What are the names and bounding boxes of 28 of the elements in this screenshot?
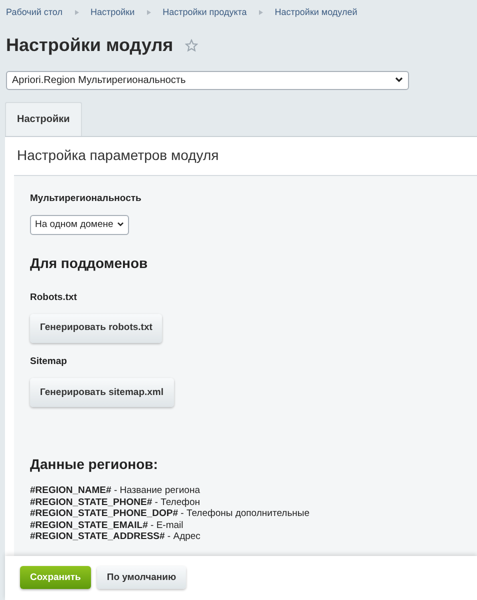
breadcrumb-link[interactable]: Настройки (90, 6, 135, 20)
breadcrumb-link[interactable]: Рабочий стол (6, 6, 62, 20)
generate-sitemap-button[interactable]: Генерировать sitemap.xml (30, 378, 174, 408)
page-title: Настройки модуля (6, 34, 174, 57)
chevron-icon (258, 10, 263, 16)
chevron-down-icon (395, 77, 403, 83)
chevron-icon (146, 10, 151, 16)
placeholder-description: #REGION_NAME# - Название региона (30, 485, 201, 497)
field-label: Sitemap (30, 355, 68, 369)
multiregion-select[interactable]: На одном домене (30, 214, 130, 235)
default-button[interactable]: По умолчанию (96, 566, 186, 590)
placeholder-description: #REGION_STATE_ADDRESS# - Адрес (30, 531, 202, 543)
settings-tab[interactable]: Настройки (5, 102, 82, 136)
chevron-down-icon (117, 222, 124, 228)
generate-robots-button[interactable]: Генерировать robots.txt (30, 314, 162, 343)
breadcrumb-link[interactable]: Настройки модулей (274, 6, 358, 20)
placeholder-description: #REGION_STATE_PHONE_DOP# - Телефоны дополнительные (30, 508, 311, 520)
field-label: Robots.txt (30, 290, 78, 305)
breadcrumb-link[interactable]: Настройки продукта (162, 6, 247, 20)
module-select[interactable]: Apriori.Region Мультирегиональность (6, 70, 409, 90)
field-label: Мультирегиональность (30, 192, 142, 206)
chevron-icon (74, 10, 78, 16)
panel-title: Настройка параметров модуля (16, 146, 220, 165)
section-heading: Данные регионов: (30, 455, 159, 474)
placeholder-description: #REGION_STATE_PHONE# - Телефон (30, 496, 201, 508)
star-icon[interactable] (185, 38, 198, 52)
placeholder-description: #REGION_STATE_EMAIL# - E-mail (30, 520, 184, 532)
section-heading: Для поддоменов (30, 254, 149, 273)
